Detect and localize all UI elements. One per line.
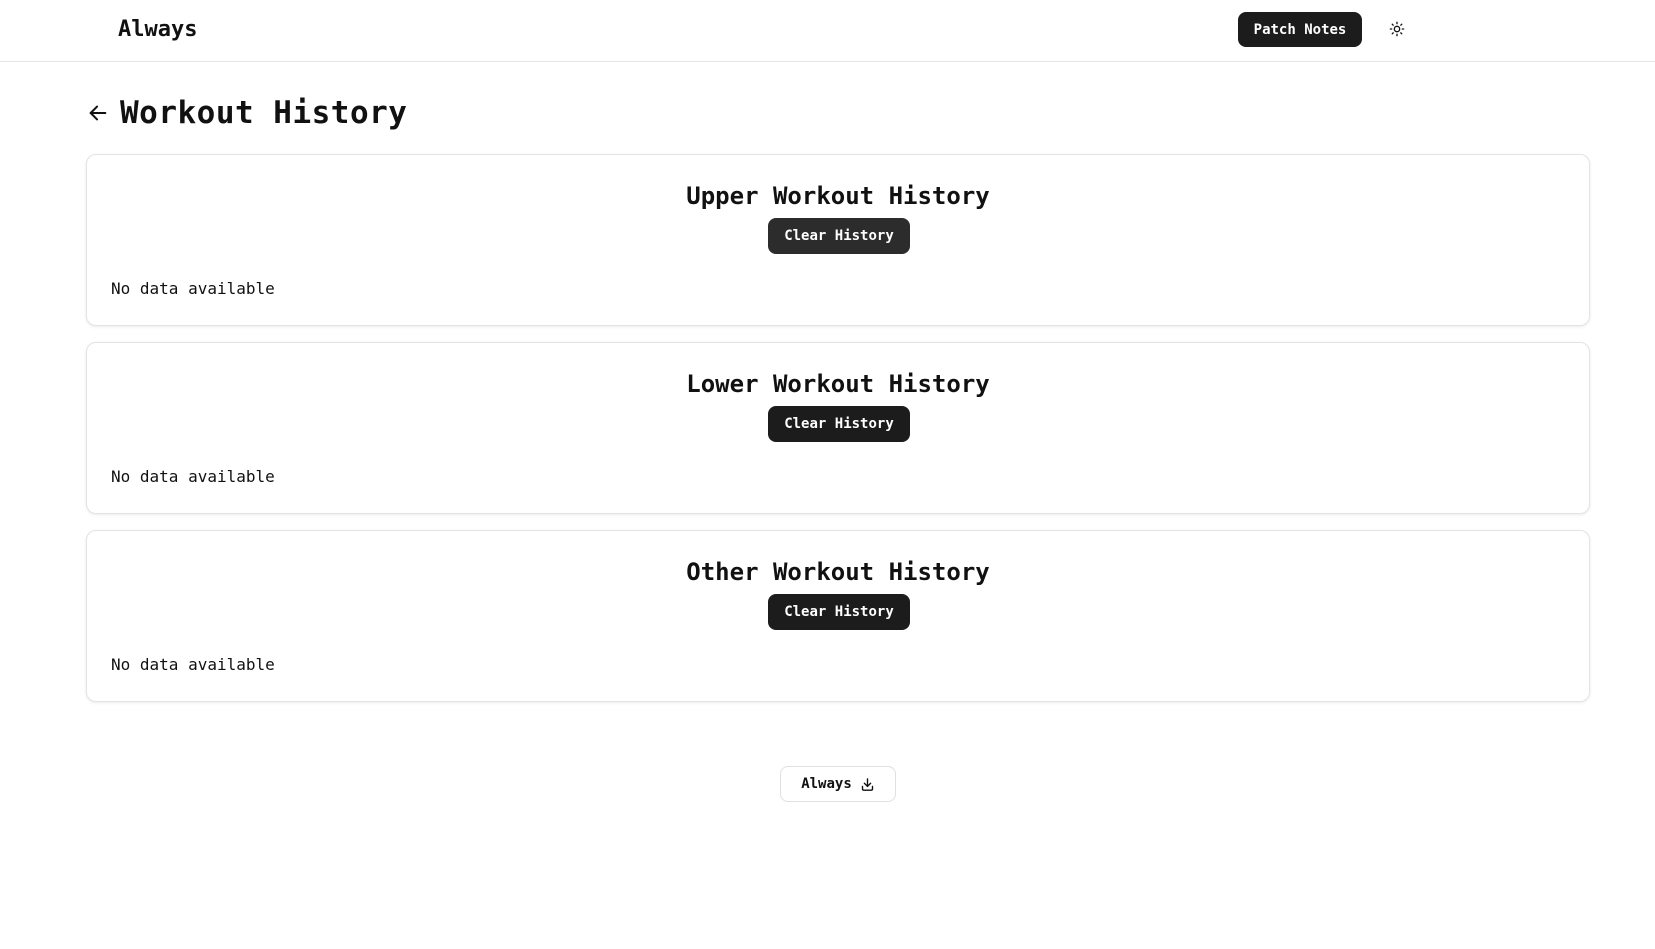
top-header: Always Patch Notes [0,0,1655,62]
clear-lower-history-button[interactable]: Clear History [768,406,910,442]
lower-empty-message: No data available [111,467,275,486]
other-history-card: Other Workout History Clear History No d… [86,530,1590,702]
back-button[interactable] [86,101,110,125]
install-app-button[interactable]: Always [780,766,896,802]
brand-logo[interactable]: Always [118,16,197,44]
arrow-left-icon [89,105,107,121]
clear-other-history-button[interactable]: Clear History [768,594,910,630]
sun-icon [1389,21,1405,37]
install-label: Always [801,776,852,792]
download-icon [861,777,873,791]
upper-history-title: Upper Workout History [686,182,990,210]
clear-upper-history-button[interactable]: Clear History [768,218,910,254]
other-history-title: Other Workout History [686,558,990,586]
upper-history-card: Upper Workout History Clear History No d… [86,154,1590,326]
page-heading: Workout History [86,92,407,134]
lower-history-title: Lower Workout History [686,370,990,398]
theme-toggle-button[interactable] [1384,15,1410,43]
page-title: Workout History [120,95,408,131]
other-empty-message: No data available [111,655,275,674]
patch-notes-button[interactable]: Patch Notes [1238,12,1362,47]
upper-empty-message: No data available [111,279,275,298]
lower-history-card: Lower Workout History Clear History No d… [86,342,1590,514]
